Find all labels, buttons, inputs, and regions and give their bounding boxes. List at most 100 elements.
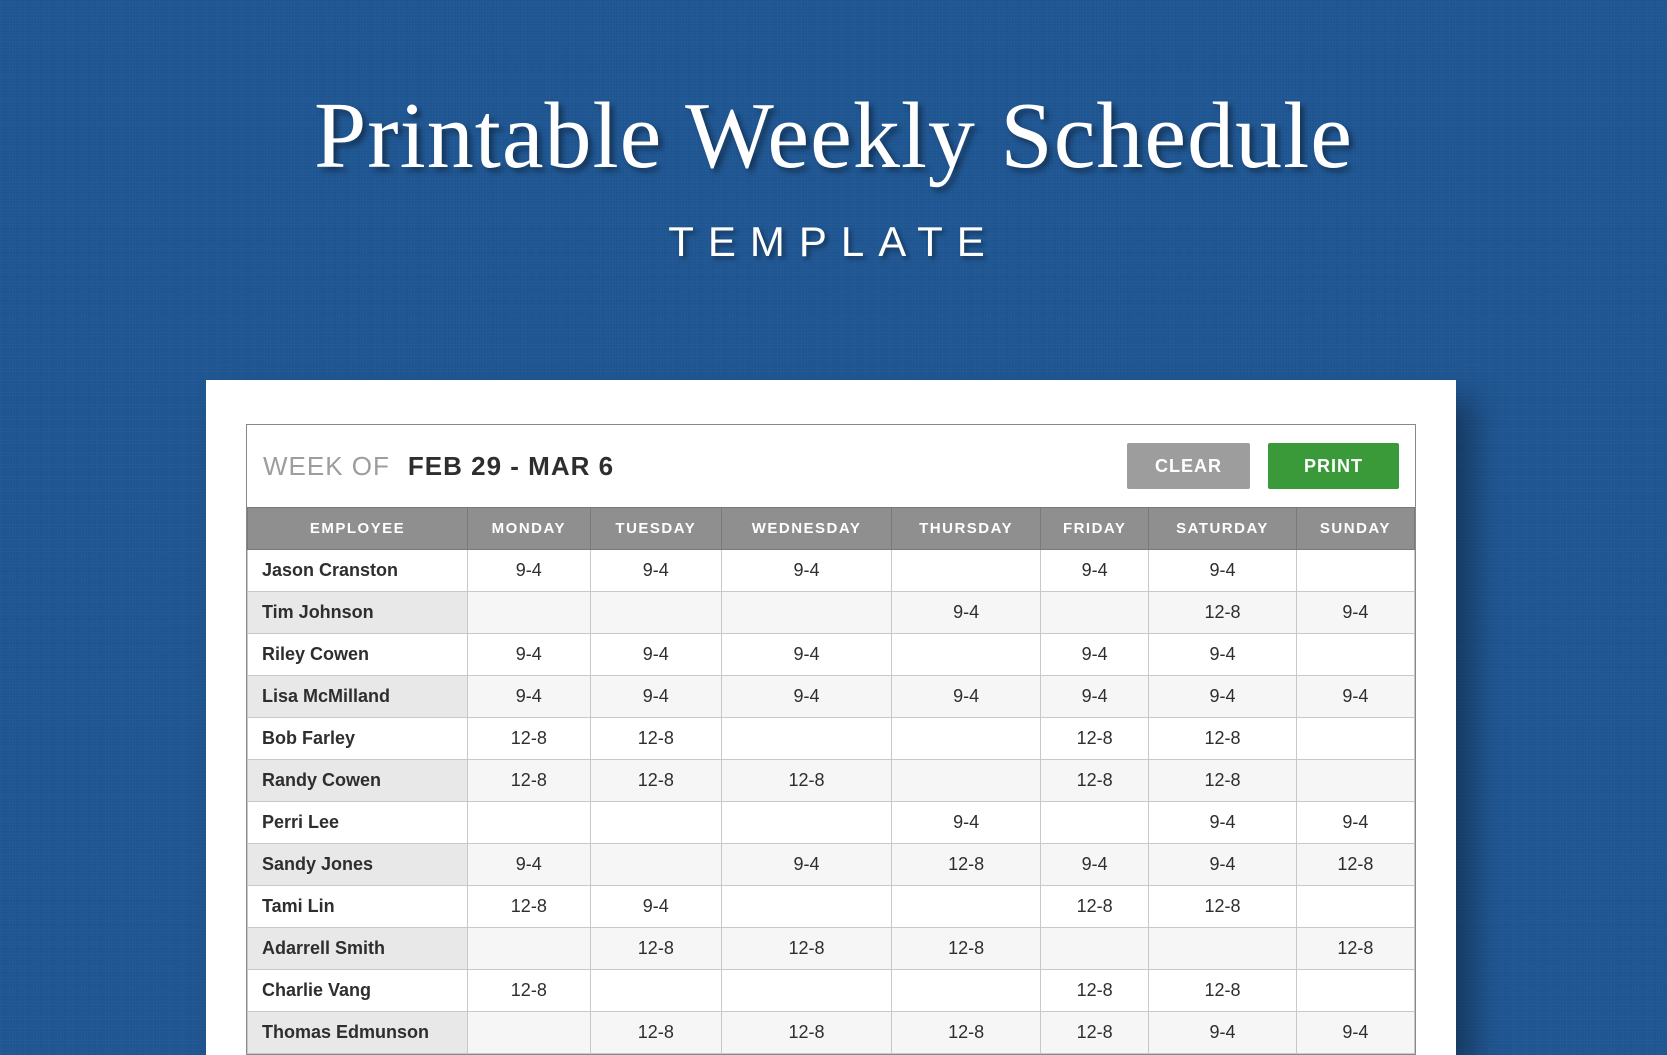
schedule-cell[interactable]: 12-8 [1041, 886, 1149, 928]
schedule-cell[interactable]: 9-4 [722, 550, 892, 592]
schedule-cell[interactable] [892, 970, 1041, 1012]
schedule-cell[interactable] [468, 802, 591, 844]
schedule-cell[interactable] [892, 760, 1041, 802]
schedule-cell[interactable]: 12-8 [1149, 592, 1297, 634]
page-title: Printable Weekly Schedule [0, 82, 1667, 190]
schedule-cell[interactable]: 12-8 [590, 760, 721, 802]
schedule-cell[interactable] [590, 844, 721, 886]
schedule-cell[interactable] [590, 592, 721, 634]
clear-button[interactable]: CLEAR [1127, 443, 1250, 489]
schedule-cell[interactable]: 9-4 [468, 844, 591, 886]
schedule-cell[interactable]: 9-4 [892, 802, 1041, 844]
table-row: Tim Johnson9-412-89-4 [248, 592, 1415, 634]
schedule-cell[interactable] [722, 718, 892, 760]
schedule-cell[interactable] [590, 802, 721, 844]
schedule-cell[interactable]: 12-8 [468, 718, 591, 760]
schedule-cell[interactable]: 12-8 [468, 886, 591, 928]
schedule-cell[interactable] [468, 592, 591, 634]
employee-name-cell: Bob Farley [248, 718, 468, 760]
schedule-cell[interactable]: 12-8 [1041, 1012, 1149, 1054]
schedule-cell[interactable]: 9-4 [1296, 676, 1414, 718]
schedule-cell[interactable] [468, 1012, 591, 1054]
week-of-label: WEEK OF [263, 451, 390, 482]
schedule-cell[interactable] [892, 550, 1041, 592]
schedule-cell[interactable]: 9-4 [590, 886, 721, 928]
schedule-cell[interactable]: 9-4 [1149, 550, 1297, 592]
print-button[interactable]: PRINT [1268, 443, 1399, 489]
toolbar: WEEK OF FEB 29 - MAR 6 CLEAR PRINT [247, 425, 1415, 507]
schedule-cell[interactable]: 12-8 [892, 928, 1041, 970]
schedule-cell[interactable] [1296, 886, 1414, 928]
schedule-cell[interactable]: 12-8 [722, 760, 892, 802]
schedule-cell[interactable] [590, 970, 721, 1012]
schedule-cell[interactable] [1296, 760, 1414, 802]
employee-name-cell: Randy Cowen [248, 760, 468, 802]
schedule-cell[interactable]: 12-8 [1041, 760, 1149, 802]
schedule-cell[interactable]: 12-8 [1041, 718, 1149, 760]
schedule-cell[interactable]: 9-4 [1296, 592, 1414, 634]
schedule-cell[interactable]: 12-8 [468, 970, 591, 1012]
employee-name-cell: Tami Lin [248, 886, 468, 928]
schedule-cell[interactable]: 9-4 [1041, 676, 1149, 718]
schedule-cell[interactable]: 12-8 [590, 718, 721, 760]
schedule-cell[interactable]: 9-4 [1149, 676, 1297, 718]
schedule-cell[interactable]: 12-8 [892, 844, 1041, 886]
schedule-cell[interactable]: 12-8 [468, 760, 591, 802]
table-row: Charlie Vang12-812-812-8 [248, 970, 1415, 1012]
schedule-cell[interactable]: 9-4 [722, 634, 892, 676]
schedule-cell[interactable] [722, 592, 892, 634]
schedule-cell[interactable]: 9-4 [1149, 844, 1297, 886]
schedule-cell[interactable] [892, 886, 1041, 928]
schedule-cell[interactable]: 9-4 [1041, 844, 1149, 886]
schedule-cell[interactable]: 12-8 [1041, 970, 1149, 1012]
schedule-cell[interactable] [1296, 718, 1414, 760]
schedule-cell[interactable]: 9-4 [468, 676, 591, 718]
schedule-cell[interactable]: 9-4 [590, 676, 721, 718]
schedule-cell[interactable]: 9-4 [1149, 802, 1297, 844]
schedule-cell[interactable]: 9-4 [468, 550, 591, 592]
schedule-cell[interactable]: 12-8 [1296, 928, 1414, 970]
schedule-cell[interactable]: 9-4 [892, 592, 1041, 634]
schedule-cell[interactable]: 9-4 [1296, 1012, 1414, 1054]
schedule-cell[interactable] [1296, 550, 1414, 592]
schedule-cell[interactable]: 9-4 [892, 676, 1041, 718]
schedule-sheet: WEEK OF FEB 29 - MAR 6 CLEAR PRINT EMPLO… [206, 380, 1456, 1055]
schedule-cell[interactable]: 9-4 [722, 844, 892, 886]
schedule-cell[interactable] [1041, 928, 1149, 970]
schedule-cell[interactable] [722, 886, 892, 928]
schedule-cell[interactable]: 12-8 [590, 1012, 721, 1054]
schedule-cell[interactable]: 9-4 [1149, 1012, 1297, 1054]
schedule-cell[interactable]: 9-4 [1041, 634, 1149, 676]
employee-name-cell: Perri Lee [248, 802, 468, 844]
schedule-cell[interactable]: 12-8 [892, 1012, 1041, 1054]
schedule-cell[interactable]: 12-8 [722, 928, 892, 970]
schedule-cell[interactable]: 9-4 [468, 634, 591, 676]
column-header: THURSDAY [892, 508, 1041, 550]
schedule-cell[interactable] [1296, 970, 1414, 1012]
schedule-cell[interactable]: 12-8 [1149, 886, 1297, 928]
schedule-cell[interactable]: 9-4 [590, 550, 721, 592]
schedule-cell[interactable]: 12-8 [1149, 760, 1297, 802]
schedule-cell[interactable]: 9-4 [722, 676, 892, 718]
schedule-cell[interactable]: 9-4 [1041, 550, 1149, 592]
schedule-cell[interactable] [1149, 928, 1297, 970]
schedule-cell[interactable] [722, 970, 892, 1012]
schedule-cell[interactable]: 9-4 [1149, 634, 1297, 676]
schedule-cell[interactable] [1041, 802, 1149, 844]
schedule-cell[interactable] [1296, 634, 1414, 676]
schedule-cell[interactable]: 9-4 [1296, 802, 1414, 844]
table-header-row: EMPLOYEEMONDAYTUESDAYWEDNESDAYTHURSDAYFR… [248, 508, 1415, 550]
schedule-cell[interactable]: 12-8 [722, 1012, 892, 1054]
schedule-cell[interactable]: 12-8 [590, 928, 721, 970]
table-row: Jason Cranston9-49-49-49-49-4 [248, 550, 1415, 592]
schedule-cell[interactable] [468, 928, 591, 970]
schedule-cell[interactable]: 12-8 [1149, 970, 1297, 1012]
schedule-cell[interactable]: 12-8 [1149, 718, 1297, 760]
schedule-cell[interactable] [722, 802, 892, 844]
employee-name-cell: Jason Cranston [248, 550, 468, 592]
schedule-cell[interactable] [892, 718, 1041, 760]
schedule-cell[interactable] [1041, 592, 1149, 634]
schedule-cell[interactable]: 9-4 [590, 634, 721, 676]
schedule-cell[interactable] [892, 634, 1041, 676]
schedule-cell[interactable]: 12-8 [1296, 844, 1414, 886]
